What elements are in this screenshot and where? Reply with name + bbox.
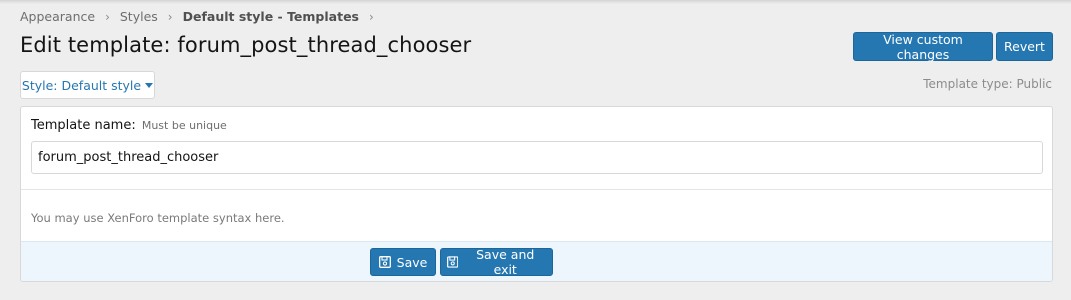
- top-shadow: [0, 0, 1071, 4]
- breadcrumb-separator: ›: [369, 9, 374, 24]
- form-divider: [21, 189, 1052, 190]
- template-form-panel: Template name: Must be unique You may us…: [20, 106, 1053, 282]
- breadcrumb-styles[interactable]: Styles: [120, 9, 158, 24]
- save-button[interactable]: Save: [370, 248, 436, 276]
- template-name-hint: Must be unique: [141, 119, 227, 132]
- style-chooser-label: Style: Default style: [21, 77, 142, 93]
- breadcrumb: Appearance › Styles › Default style - Te…: [20, 9, 384, 24]
- revert-button[interactable]: Revert: [996, 32, 1053, 61]
- template-type-label: Template type: Public: [923, 77, 1052, 91]
- breadcrumb-separator: ›: [167, 9, 173, 24]
- floppy-disk-icon: [378, 256, 391, 268]
- template-name-label: Template name:: [31, 118, 136, 133]
- template-syntax-hint: You may use XenForo template syntax here…: [31, 211, 285, 225]
- template-name-input[interactable]: [31, 141, 1043, 174]
- save-and-exit-button[interactable]: Save and exit: [440, 247, 553, 277]
- breadcrumb-default-style-templates[interactable]: Default style - Templates: [183, 9, 359, 24]
- breadcrumb-appearance[interactable]: Appearance: [20, 9, 95, 24]
- save-and-exit-button-label: Save and exit: [476, 247, 535, 277]
- save-button-label: Save: [396, 254, 428, 270]
- caret-down-icon: [145, 82, 154, 88]
- submit-bar: Save Save and exit: [21, 241, 1052, 281]
- template-name-row-label: Template name: Must be unique: [31, 118, 227, 133]
- page-title: Edit template: forum_post_thread_chooser: [20, 33, 472, 57]
- style-chooser-button[interactable]: Style: Default style: [20, 71, 155, 99]
- view-custom-changes-button[interactable]: View custom changes: [853, 32, 993, 62]
- breadcrumb-separator: ›: [105, 9, 110, 24]
- floppy-disk-icon: [447, 256, 459, 268]
